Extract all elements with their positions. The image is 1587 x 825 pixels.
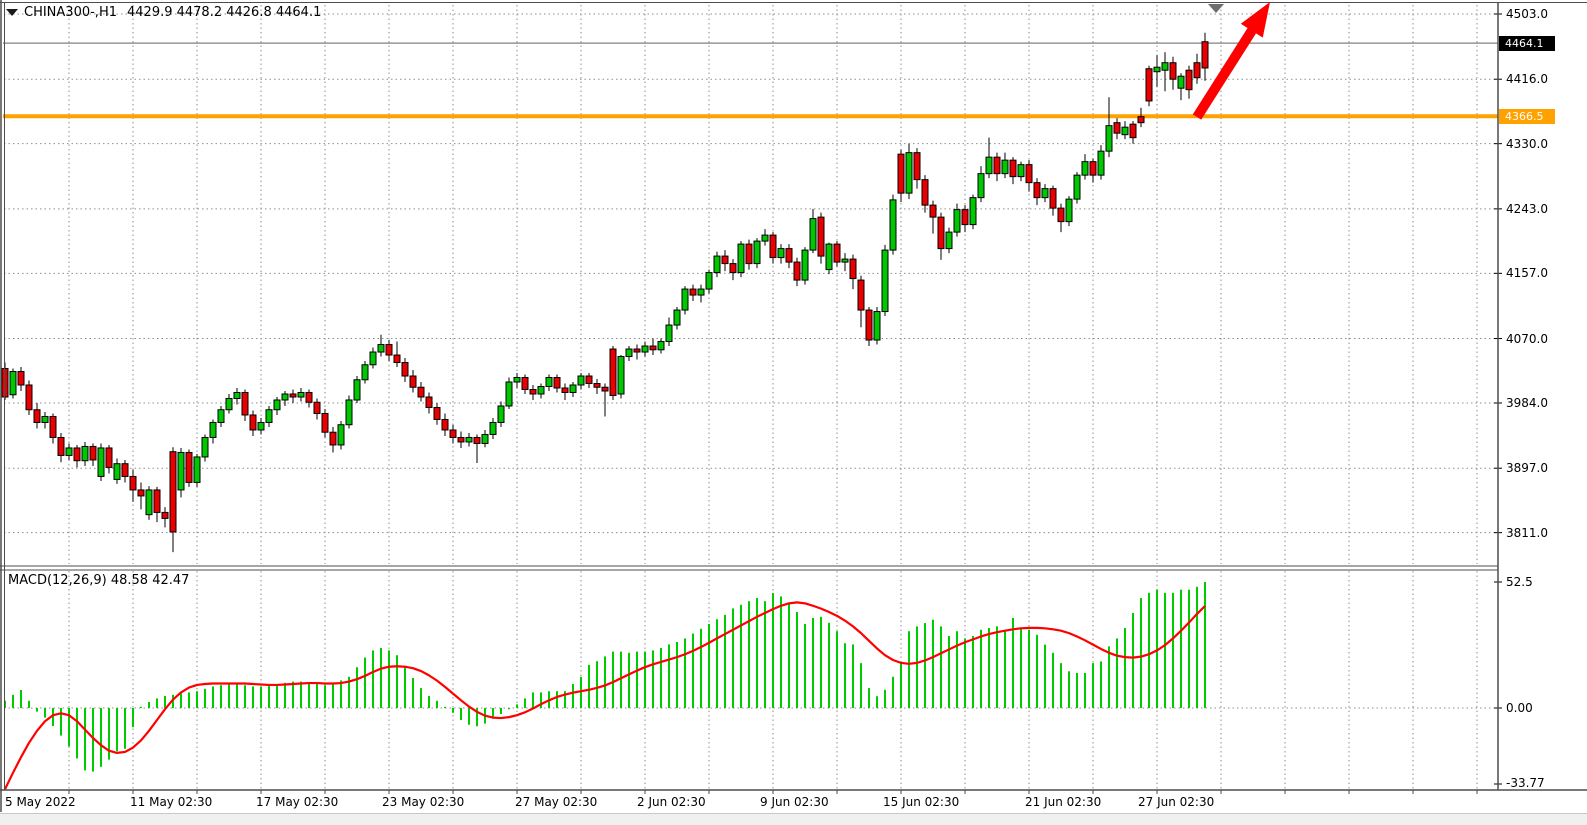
time-axis-label: 2 Jun 02:30: [637, 795, 706, 809]
price-axis-label: 4330.0: [1506, 137, 1548, 151]
window-bottom-edge: [0, 813, 1587, 825]
time-axis-label: 27 Jun 02:30: [1138, 795, 1214, 809]
time-axis-label: 17 May 02:30: [256, 795, 338, 809]
candles: [2, 33, 1208, 552]
macd-axis-label: 52.5: [1506, 575, 1533, 589]
chart-shift-marker-icon: [1208, 4, 1224, 13]
price-axis-label: 3897.0: [1506, 461, 1548, 475]
time-axis-label: 5 May 2022: [5, 795, 76, 809]
macd-histogram: [5, 582, 1205, 772]
price-axis-label: 4157.0: [1506, 266, 1548, 280]
price-axis-label: 3811.0: [1506, 526, 1548, 540]
chart-canvas[interactable]: [0, 0, 1587, 825]
symbol-dropdown-icon[interactable]: [6, 9, 18, 16]
chart-header: CHINA300-,H1 4429.9 4478.2 4426.8 4464.1: [6, 5, 321, 20]
trading-chart-window: CHINA300-,H1 4429.9 4478.2 4426.8 4464.1…: [0, 0, 1587, 825]
time-axis-label: 21 Jun 02:30: [1025, 795, 1101, 809]
level-price-tag: 4366.5: [1499, 109, 1555, 124]
time-axis-label: 9 Jun 02:30: [760, 795, 829, 809]
price-axis-label: 4243.0: [1506, 202, 1548, 216]
current-price-tag: 4464.1: [1499, 36, 1555, 51]
price-axis-label: 4416.0: [1506, 72, 1548, 86]
symbol-title: CHINA300-,H1: [24, 5, 117, 20]
price-axis-label: 3984.0: [1506, 396, 1548, 410]
time-axis-label: 27 May 02:30: [515, 795, 597, 809]
macd-indicator-label: MACD(12,26,9) 48.58 42.47: [8, 573, 189, 588]
time-axis-label: 11 May 02:30: [130, 795, 212, 809]
macd-axis-label: 0.00: [1506, 701, 1533, 715]
time-axis-label: 15 Jun 02:30: [883, 795, 959, 809]
time-axis-label: 23 May 02:30: [382, 795, 464, 809]
ohlc-values: 4429.9 4478.2 4426.8 4464.1: [127, 5, 321, 20]
macd-axis-label: -33.77: [1506, 776, 1545, 790]
price-axis-label: 4070.0: [1506, 332, 1548, 346]
price-axis-label: 4503.0: [1506, 7, 1548, 21]
